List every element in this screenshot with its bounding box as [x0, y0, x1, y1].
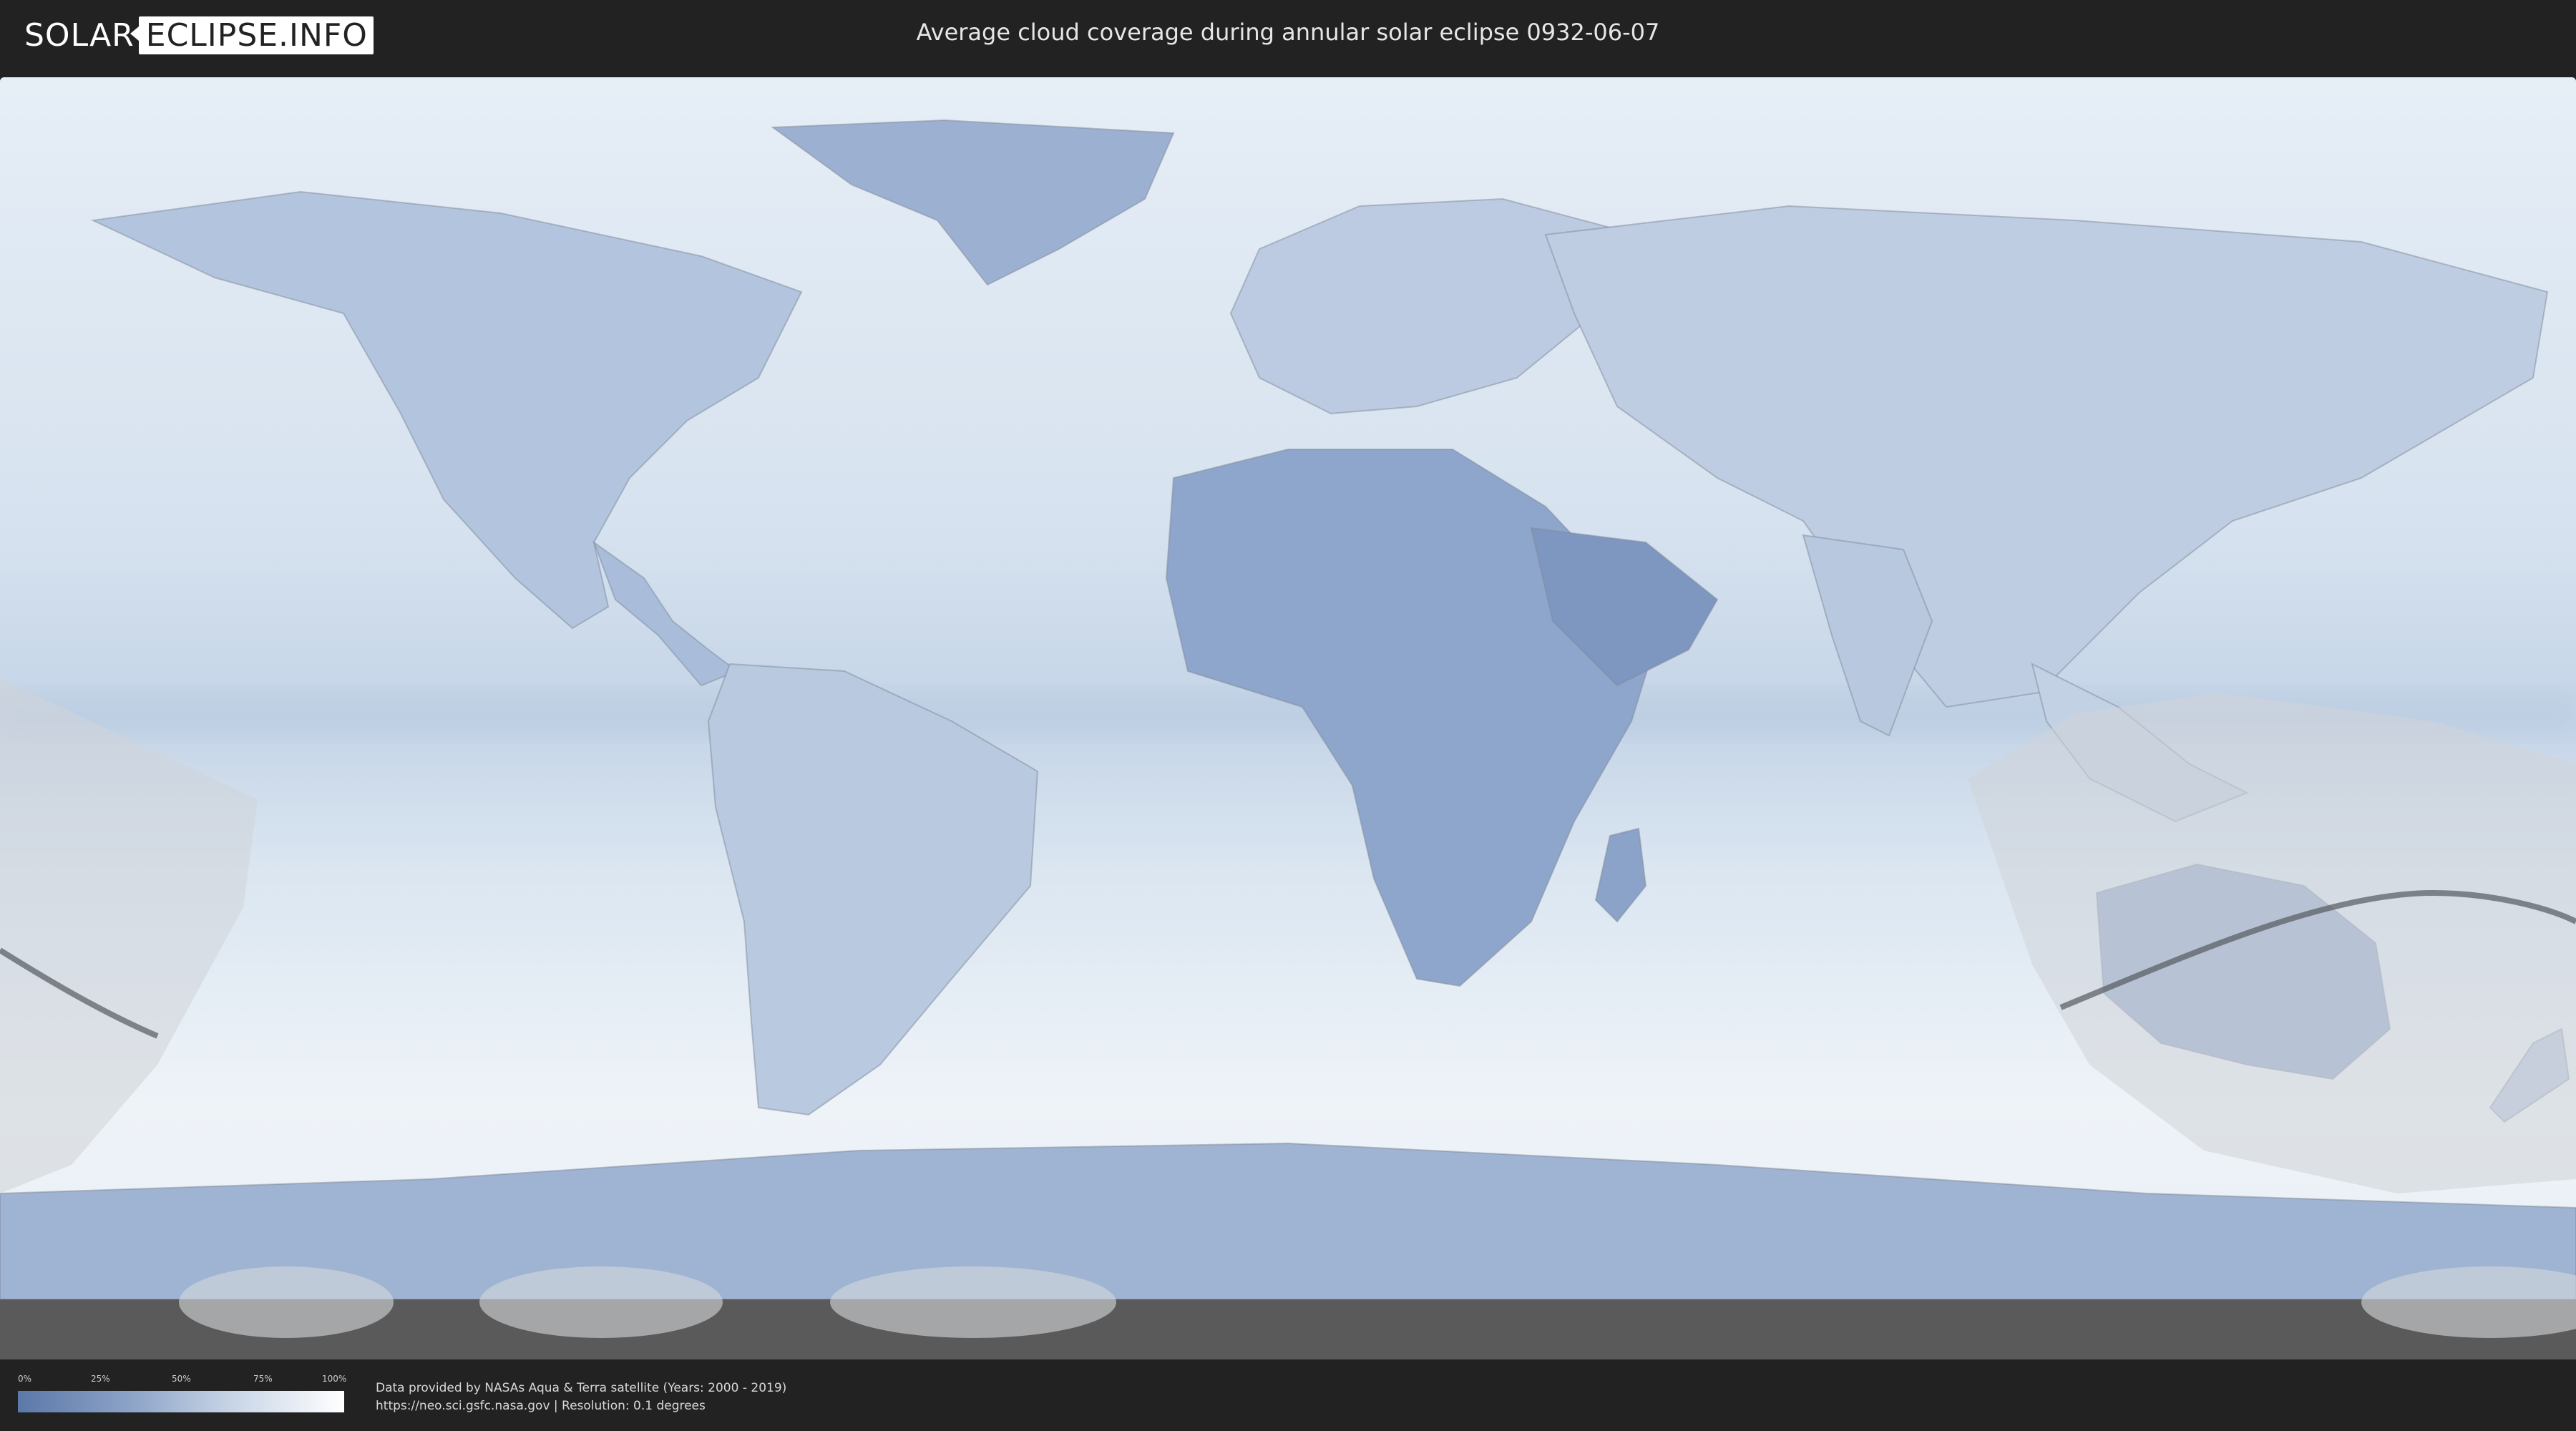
legend-tick: 0%	[18, 1374, 32, 1384]
credit-line-url: https://neo.sci.gsfc.nasa.gov | Resoluti…	[376, 1399, 706, 1413]
data-credit: Data provided by NASAs Aqua & Terra sate…	[376, 1379, 786, 1415]
cloud-coverage-legend: 0% 25% 50% 75% 100%	[18, 1374, 347, 1412]
legend-tick: 75%	[253, 1374, 273, 1384]
legend-tick: 50%	[172, 1374, 191, 1384]
legend-color-bar	[18, 1391, 344, 1412]
page-title: Average cloud coverage during annular so…	[916, 19, 1660, 46]
cloud-coverage-map	[0, 77, 2576, 1359]
credit-line-source: Data provided by NASAs Aqua & Terra sate…	[376, 1381, 787, 1395]
world-map-svg	[0, 77, 2576, 1359]
legend-tick: 100%	[322, 1374, 347, 1384]
legend-ticks: 0% 25% 50% 75% 100%	[18, 1374, 347, 1387]
legend-tick: 25%	[91, 1374, 110, 1384]
header-bar: SOLAR ECLIPSE.INFO Average cloud coverag…	[0, 0, 2576, 72]
